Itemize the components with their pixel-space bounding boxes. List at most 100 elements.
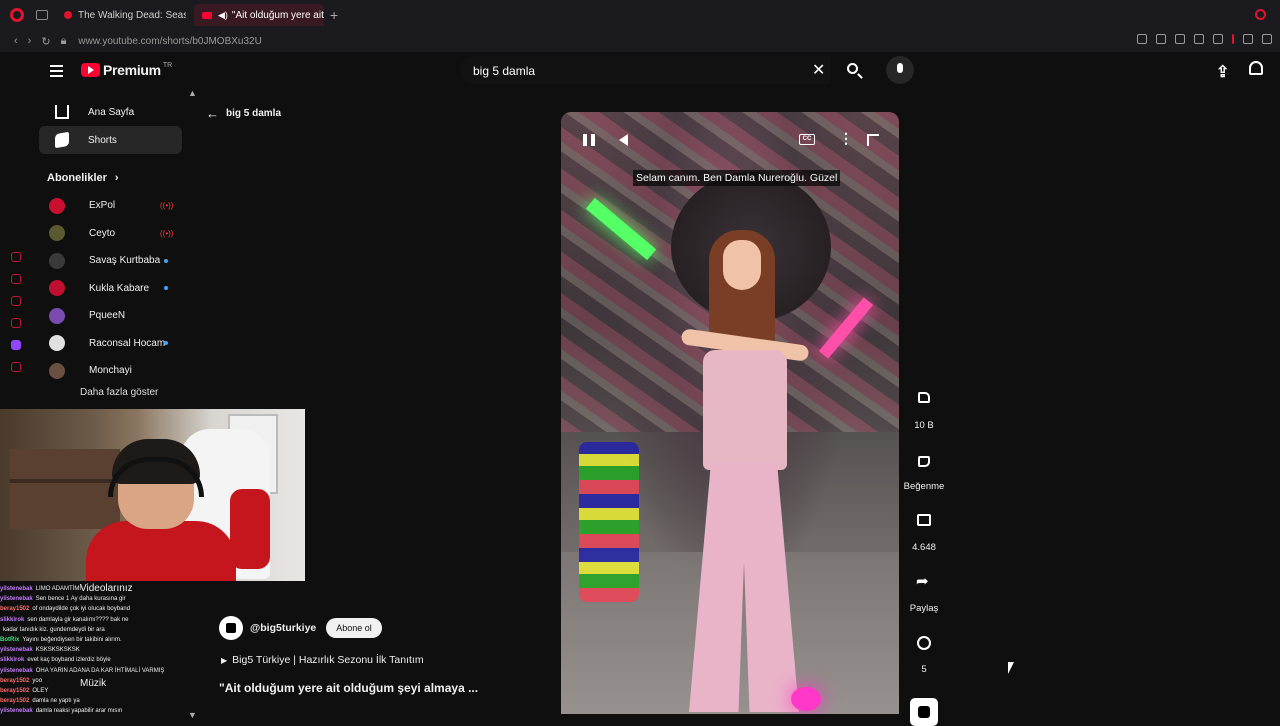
back-label: big 5 damla: [226, 108, 282, 119]
snapshot-icon[interactable]: [1156, 34, 1166, 44]
channel-name: Raconsal Hocam: [89, 337, 166, 349]
tab-walking-dead[interactable]: The Walking Dead: Season: [56, 4, 186, 26]
sidebar-item-home[interactable]: Ana Sayfa: [39, 98, 182, 126]
pin-icon[interactable]: [1137, 34, 1147, 44]
sidebar-channel-item[interactable]: Savaş Kurtbaba: [32, 247, 192, 275]
chair-accent: [230, 489, 270, 569]
sidebar-scroll-down-icon[interactable]: ▼: [188, 710, 197, 720]
captions-icon[interactable]: CC: [799, 134, 815, 145]
more-options-icon[interactable]: ⋮: [839, 130, 853, 147]
dislike-icon: [918, 456, 930, 467]
comments-button[interactable]: 4.648: [900, 505, 948, 566]
voice-search-icon[interactable]: [886, 56, 914, 84]
shop-icon[interactable]: [11, 274, 21, 284]
live-icon: ((•)): [160, 228, 174, 238]
vpn-icon[interactable]: [1175, 34, 1185, 44]
search-input[interactable]: big 5 damla: [460, 56, 830, 84]
home-icon: [55, 105, 69, 119]
dislike-button[interactable]: Beğenme: [900, 444, 948, 505]
share-button[interactable]: ➦ Paylaş: [900, 566, 948, 627]
video-title[interactable]: "Ait olduğum yere ait olduğum şeyi almay…: [219, 681, 478, 695]
tab-search-icon[interactable]: [1255, 9, 1266, 20]
address-url[interactable]: www.youtube.com/shorts/b0JMOBXu32U: [78, 36, 261, 47]
sidebar-channel-item[interactable]: Kukla Kabare: [32, 275, 192, 303]
chat-text: of ondaydilde çok iyi olucak boyband: [32, 606, 131, 613]
chat-message: yilstenebak KSKSKSKSKSK: [0, 645, 200, 655]
avatar: [49, 280, 65, 297]
new-tab-button[interactable]: +: [330, 7, 338, 23]
history-icon[interactable]: [11, 252, 21, 262]
address-toolbar: [1137, 34, 1272, 44]
sidebar: Ana Sayfa Shorts Abonelikler › ExPol ((•))…: [32, 92, 192, 403]
download-icon[interactable]: [1262, 34, 1272, 44]
avatar: [49, 335, 65, 352]
news-icon[interactable]: [11, 318, 21, 328]
opera-sidebar: [0, 240, 32, 372]
tab-menu-icon[interactable]: [36, 10, 48, 20]
remix-button[interactable]: 5: [900, 627, 948, 688]
channel-name: ExPol: [89, 200, 116, 212]
messenger-icon[interactable]: [11, 296, 21, 306]
sidebar-channel-item[interactable]: Ceyto ((•)): [32, 220, 192, 248]
back-navigation[interactable]: ← big 5 damla: [206, 106, 281, 121]
new-content-dot: [164, 286, 168, 291]
avatar[interactable]: [219, 616, 243, 640]
subscriptions-title: Abonelikler: [47, 172, 107, 184]
like-button[interactable]: 10 B: [900, 383, 948, 444]
shorts-video-player[interactable]: CC ⋮ Selam canım. Ben Damla Nureroğlu. G…: [561, 112, 899, 714]
chat-text: kadar tanıdık kiz. gundemdeydi bir ara: [3, 626, 105, 633]
sidebar-item-label: Ana Sayfa: [88, 106, 135, 118]
channel-handle[interactable]: @big5turkiye: [250, 622, 316, 634]
opera-logo-icon[interactable]: [10, 8, 24, 22]
chat-text: OLEY: [32, 688, 49, 695]
show-more-button[interactable]: Daha fazla göster: [32, 387, 192, 403]
heart-icon[interactable]: [1213, 34, 1223, 44]
clear-search-icon[interactable]: ✕: [812, 60, 825, 80]
chat-text: KSKSKSKSKSK: [35, 647, 80, 654]
sidebar-channel-item[interactable]: Monchayi: [32, 357, 192, 385]
tab-youtube-short[interactable]: ◀) "Ait olduğum yere ait o: [194, 4, 324, 26]
avatar: [49, 307, 65, 324]
chat-username: BotRix: [0, 637, 20, 644]
account-icon[interactable]: [1243, 34, 1253, 44]
chat-username: beray1502: [0, 677, 30, 684]
menu-icon[interactable]: [50, 65, 63, 80]
person-face: [723, 240, 761, 290]
twitch-icon[interactable]: [11, 340, 21, 350]
logo-region: TR: [162, 62, 173, 69]
chat-message: yilstenebak LIMO ADAMTİMİ: [0, 584, 200, 594]
person-top: [703, 350, 787, 470]
channel-row: @big5turkiye Abone ol: [219, 616, 382, 640]
pause-icon[interactable]: [583, 134, 595, 146]
back-arrow-icon[interactable]: ‹: [14, 35, 18, 47]
youtube-logo[interactable]: Premium TR: [81, 62, 172, 78]
chevron-right-icon: ›: [114, 172, 119, 184]
search-icon: [847, 63, 858, 74]
search-button[interactable]: [839, 56, 867, 84]
sidebar-channel-item[interactable]: ExPol ((•)): [32, 192, 192, 220]
sidebar-item-shorts[interactable]: Shorts: [39, 126, 182, 154]
tab-title: "Ait olduğum yere ait o: [231, 9, 324, 21]
playlist-title: Big5 Türkiye | Hazırlık Sezonu İlk Tanıt…: [232, 654, 424, 666]
speaker-icon[interactable]: ◀): [218, 10, 228, 21]
chat-username: yilstenebak: [0, 596, 33, 603]
forward-arrow-icon[interactable]: ›: [28, 35, 32, 47]
fullscreen-icon[interactable]: [867, 134, 879, 146]
volume-icon[interactable]: [619, 134, 628, 146]
sidebar-channel-item[interactable]: PqueeN: [32, 302, 192, 330]
subscriptions-header[interactable]: Abonelikler ›: [47, 172, 192, 184]
send-icon[interactable]: [1194, 34, 1204, 44]
video-caption: Selam canım. Ben Damla Nureroğlu. Güzel: [633, 170, 841, 186]
subscribe-button[interactable]: Abone ol: [326, 618, 382, 638]
chat-text: Sen bence 1 Ay daha kurasına gir: [35, 596, 126, 603]
channel-thumbnail-button[interactable]: [910, 698, 938, 726]
divider: [1232, 34, 1234, 44]
chat-text: OHA YARIN ADANA DA KAR İHTİMALİ VARMIŞ: [35, 667, 165, 674]
upload-icon[interactable]: ⇪: [1216, 62, 1229, 82]
avatar: [49, 197, 65, 214]
player-icon[interactable]: [11, 362, 21, 372]
reload-icon[interactable]: ↻: [41, 35, 50, 48]
sidebar-channel-item[interactable]: Raconsal Hocam: [32, 330, 192, 358]
playlist-link[interactable]: ▶ Big5 Türkiye | Hazırlık Sezonu İlk Tanı…: [221, 654, 424, 666]
notifications-icon[interactable]: [1249, 61, 1263, 75]
